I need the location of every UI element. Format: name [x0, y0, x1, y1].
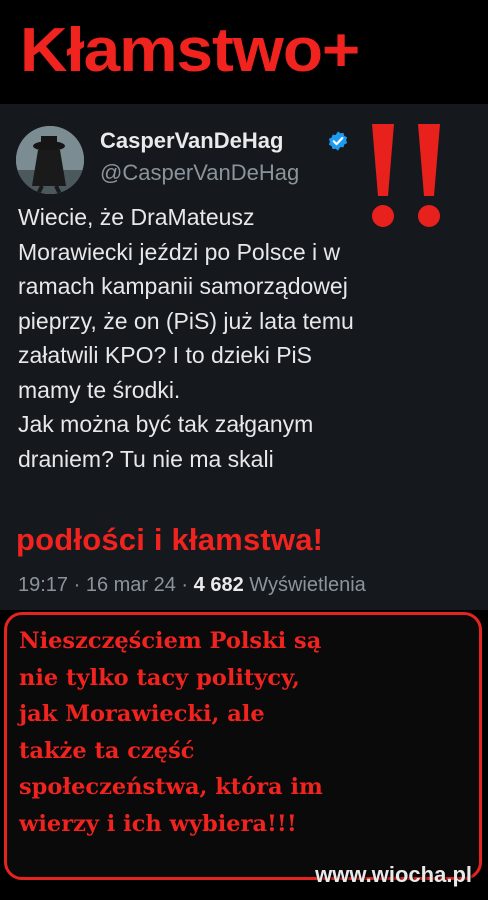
- caption-box: Nieszczęściem Polski są nie tylko tacy p…: [4, 612, 482, 880]
- avatar[interactable]: [16, 126, 84, 194]
- tweet-emphasis: podłości i kłamstwa!: [16, 522, 324, 557]
- verified-badge-icon: [328, 131, 348, 151]
- caption-text: Nieszczęściem Polski są nie tylko tacy p…: [19, 628, 323, 837]
- header-title: Kłamstwo+: [20, 16, 360, 85]
- header-banner: Kłamstwo+: [0, 0, 488, 104]
- tweet-card[interactable]: CasperVanDeHag @CasperVanDeHag Wiecie, ż…: [0, 104, 488, 610]
- views-count: 4 682: [193, 574, 244, 596]
- avatar-image: [16, 126, 84, 194]
- tweet-meta: 19:17 · 16 mar 24 · 4 682 Wyświetlenia: [18, 574, 366, 597]
- tweet-body: Wiecie, że DraMateusz Morawiecki jeździ …: [18, 204, 354, 472]
- user-handle[interactable]: @CasperVanDeHag: [100, 160, 299, 186]
- site-watermark: www.wiocha.pl: [315, 862, 472, 887]
- views-label: Wyświetlenia: [243, 574, 366, 596]
- user-display-name[interactable]: CasperVanDeHag: [100, 128, 283, 154]
- tweet-timestamp[interactable]: 19:17 · 16 mar 24 ·: [18, 574, 194, 596]
